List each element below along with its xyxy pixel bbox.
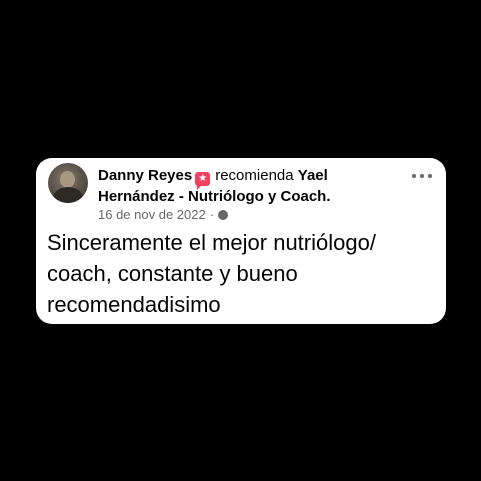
post-meta: 16 de nov de 2022 ·: [98, 207, 229, 222]
post-header: Danny Reyes ★ recomienda Yael Hernández - …: [98, 165, 398, 207]
post-date[interactable]: 16 de nov de 2022: [98, 207, 206, 222]
post-text: Sinceramente el mejor nutriólogo/ coach,…: [47, 230, 376, 317]
recommends-verb: recomienda: [215, 167, 294, 184]
avatar[interactable]: [48, 163, 88, 203]
more-dot: [428, 174, 432, 178]
more-dot: [412, 174, 416, 178]
avatar-shoulders: [53, 187, 83, 203]
author-name[interactable]: Danny Reyes: [98, 167, 192, 184]
meta-separator: ·: [209, 207, 215, 222]
globe-icon: [218, 209, 229, 220]
more-dot: [420, 174, 424, 178]
more-options-icon[interactable]: [412, 166, 432, 186]
recommendation-card: Danny Reyes ★ recomienda Yael Hernández - …: [36, 158, 446, 324]
recommend-star-icon: ★: [195, 172, 211, 190]
avatar-face: [60, 171, 75, 188]
